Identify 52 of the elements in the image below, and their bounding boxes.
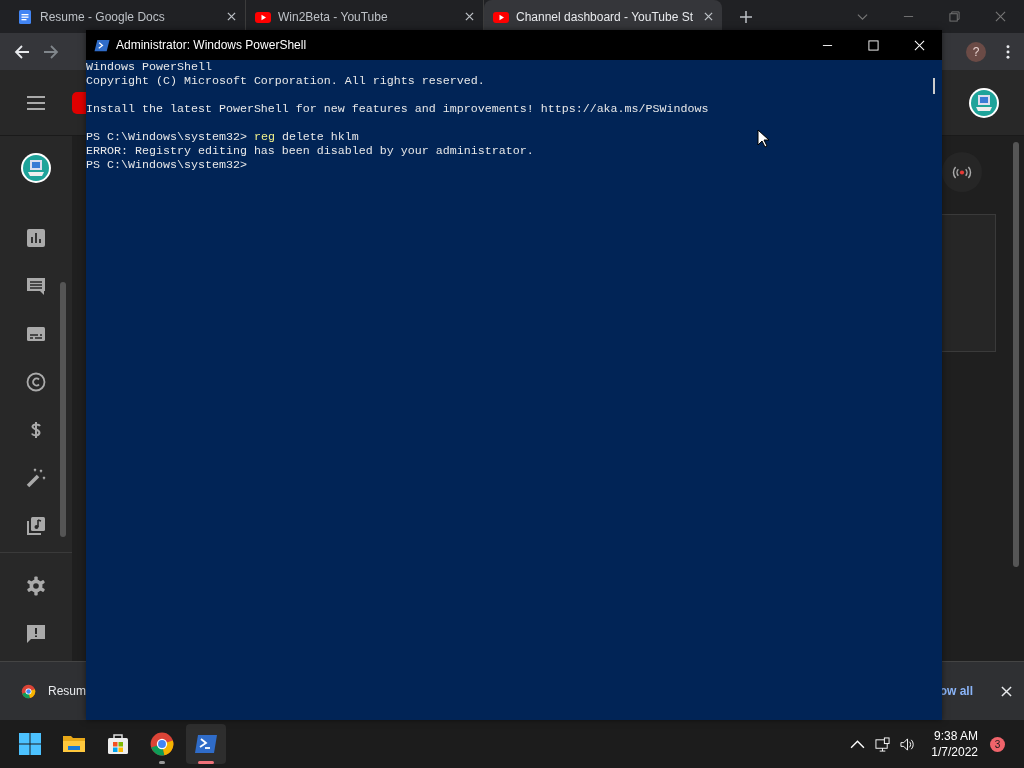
forward-icon[interactable]: [43, 43, 59, 60]
console-line: PS C:\Windows\system32> reg delete hklm: [86, 130, 359, 144]
feedback-icon[interactable]: [26, 624, 46, 644]
console-line: ERROR: Registry editing has been disabled by your administrator.: [86, 144, 534, 158]
close-icon[interactable]: [227, 12, 236, 21]
scrollbar[interactable]: [1013, 142, 1019, 567]
close-icon[interactable]: [704, 12, 713, 21]
network-icon[interactable]: [875, 736, 891, 752]
taskbar-app[interactable]: [186, 724, 226, 764]
scrollbar-thumb[interactable]: [933, 78, 935, 94]
document-icon: [17, 8, 33, 25]
clock[interactable]: 9:38 AM 1/7/2022: [931, 728, 978, 760]
music-library-icon[interactable]: [26, 516, 46, 536]
mouse-cursor-icon: [757, 129, 769, 148]
terminal-icon: [94, 37, 110, 53]
shopping-bag-icon: [106, 732, 130, 756]
chrome-icon: [150, 732, 174, 756]
live-broadcast-icon[interactable]: [951, 165, 973, 179]
analytics-icon[interactable]: [26, 228, 46, 248]
close-icon[interactable]: [465, 12, 474, 21]
menu-icon[interactable]: [27, 95, 45, 110]
date-text: 1/7/2022: [931, 744, 978, 760]
computer-avatar-icon[interactable]: [20, 152, 52, 184]
chevron-down-icon[interactable]: [857, 11, 868, 22]
copyright-icon[interactable]: [26, 372, 46, 392]
console-line: Windows PowerShell: [86, 60, 212, 74]
restore-icon[interactable]: [949, 11, 960, 22]
console-line: Install the latest PowerShell for new features and improvements! https://aka.ms/PSWindows: [86, 102, 709, 116]
tab-title: Channel dashboard - YouTube St: [516, 9, 695, 24]
console-line: PS C:\Windows\system32>: [86, 158, 247, 172]
windows-logo-icon: [18, 732, 42, 756]
tab-title: Win2Beta - YouTube: [278, 9, 389, 24]
magic-wand-icon[interactable]: [26, 468, 46, 488]
console-line: Copyright (C) Microsoft Corporation. All rights reserved.: [86, 74, 485, 88]
computer-avatar-icon[interactable]: [968, 86, 1000, 119]
profile-avatar[interactable]: ?: [966, 41, 986, 62]
back-icon[interactable]: [14, 43, 30, 60]
terminal-icon: [194, 732, 218, 756]
new-tab-icon[interactable]: [740, 10, 752, 23]
scrollbar[interactable]: [60, 282, 66, 537]
speaker-icon[interactable]: [900, 736, 916, 752]
maximize-icon[interactable]: [868, 39, 879, 51]
download-file-name[interactable]: Resum: [48, 684, 86, 698]
subtitles-icon[interactable]: [26, 324, 46, 344]
chrome-icon: [21, 683, 36, 699]
settings-icon[interactable]: [26, 576, 46, 596]
window-title: Administrator: Windows PowerShell: [116, 38, 307, 52]
tab-title: Resume - Google Docs: [40, 9, 166, 24]
notification-badge[interactable]: 3: [990, 736, 1005, 752]
time-text: 9:38 AM: [933, 728, 978, 744]
menu-icon[interactable]: [1006, 44, 1010, 59]
comments-icon[interactable]: [26, 276, 46, 296]
